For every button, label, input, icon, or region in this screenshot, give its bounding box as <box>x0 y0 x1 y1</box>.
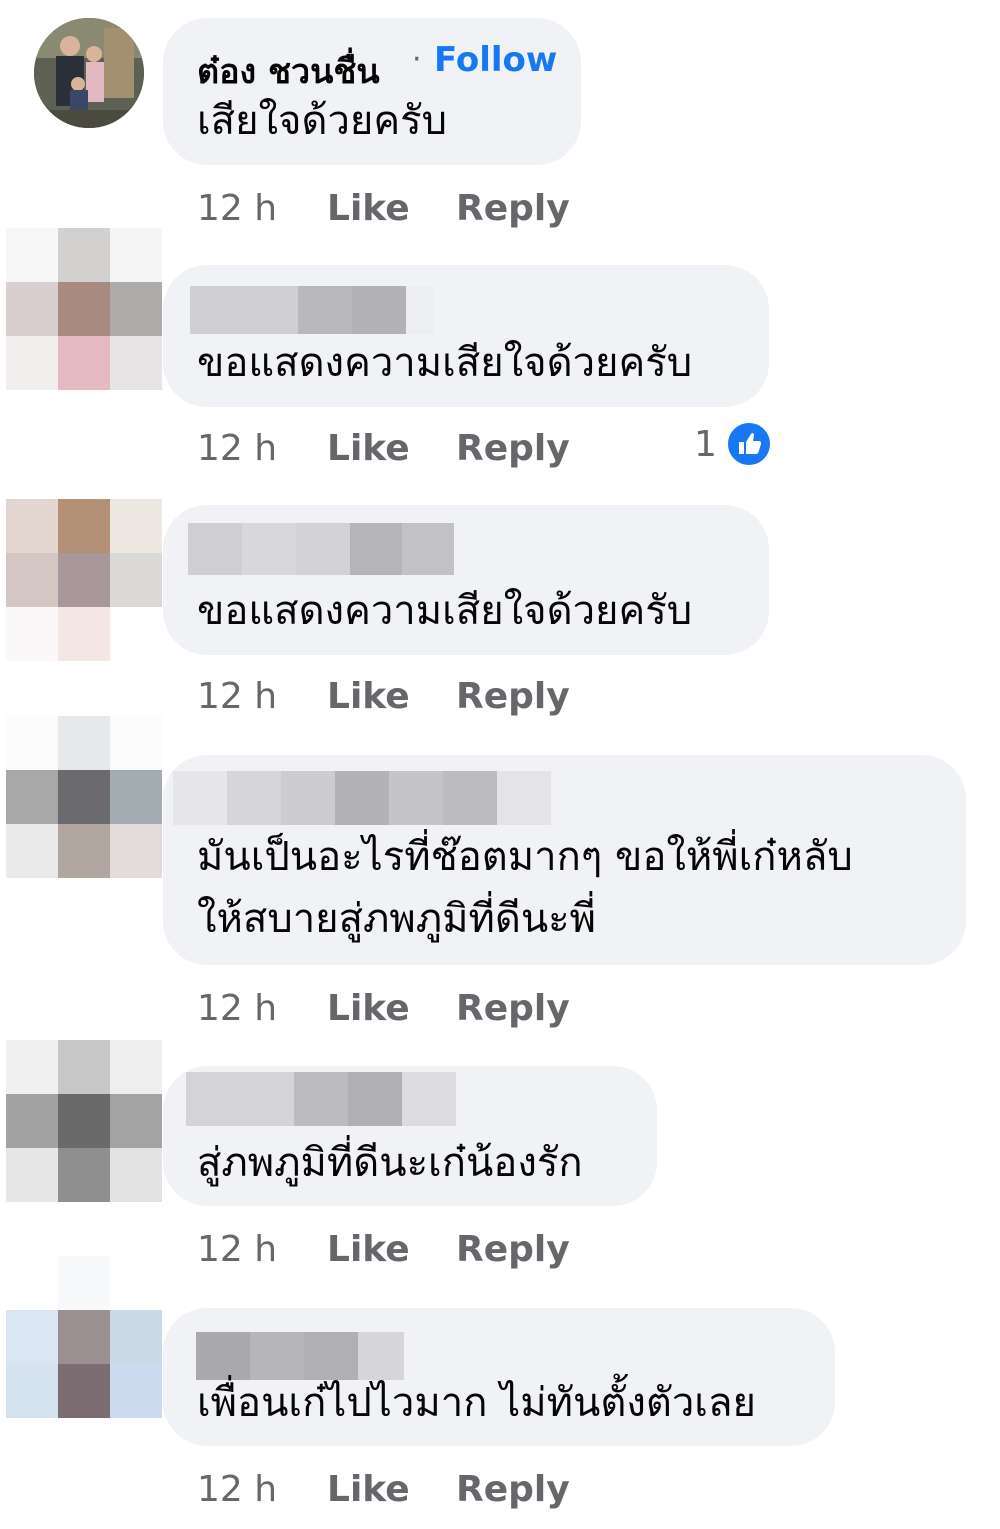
like-button[interactable]: Like <box>327 676 410 717</box>
avatar[interactable] <box>6 499 162 661</box>
comment-text: สู่ภพภูมิที่ดีนะเก๋น้องรัก <box>197 1140 583 1186</box>
like-button[interactable]: Like <box>327 1469 410 1510</box>
like-button[interactable]: Like <box>327 988 410 1029</box>
comment-text: เสียใจด้วยครับ <box>197 98 447 144</box>
avatar[interactable] <box>6 1040 162 1202</box>
like-button[interactable]: Like <box>327 1229 410 1270</box>
comment-text: เพื่อนเก๋ไปไวมาก ไม่ทันตั้งตัวเลย <box>197 1380 756 1426</box>
reply-button[interactable]: Reply <box>456 1229 570 1270</box>
reply-button[interactable]: Reply <box>456 676 570 717</box>
like-button[interactable]: Like <box>327 428 410 469</box>
reaction-count[interactable]: 1 <box>694 424 717 465</box>
author-name-redacted[interactable] <box>188 523 454 575</box>
comment-text: ขอแสดงความเสียใจด้วยครับ <box>197 340 693 386</box>
author-name-redacted[interactable] <box>186 1072 456 1126</box>
reply-button[interactable]: Reply <box>456 988 570 1029</box>
reply-button[interactable]: Reply <box>456 188 570 229</box>
comment-text-line-2: ให้สบายสู่ภพภูมิที่ดีนะพี่ <box>197 896 597 942</box>
reply-button[interactable]: Reply <box>456 1469 570 1510</box>
thumbs-up-icon[interactable] <box>726 421 772 467</box>
comment-timestamp[interactable]: 12 h <box>197 188 277 229</box>
avatar[interactable] <box>6 716 162 878</box>
comment-timestamp[interactable]: 12 h <box>197 676 277 717</box>
comment-text: ขอแสดงความเสียใจด้วยครับ <box>197 588 693 634</box>
avatar[interactable] <box>34 18 144 128</box>
comment-timestamp[interactable]: 12 h <box>197 1229 277 1270</box>
author-name-redacted[interactable] <box>190 286 434 334</box>
avatar[interactable] <box>6 1256 162 1418</box>
comment-timestamp[interactable]: 12 h <box>197 988 277 1029</box>
follow-separator: · <box>412 42 422 77</box>
comment-timestamp[interactable]: 12 h <box>197 428 277 469</box>
like-button[interactable]: Like <box>327 188 410 229</box>
author-name-redacted[interactable] <box>173 771 551 825</box>
reply-button[interactable]: Reply <box>456 428 570 469</box>
follow-button[interactable]: Follow <box>434 40 557 80</box>
comment-text-line-1: มันเป็นอะไรที่ช๊อตมากๆ ขอให้พี่เก๋หลับ <box>197 834 853 880</box>
comment-timestamp[interactable]: 12 h <box>197 1469 277 1510</box>
avatar[interactable] <box>6 228 162 390</box>
